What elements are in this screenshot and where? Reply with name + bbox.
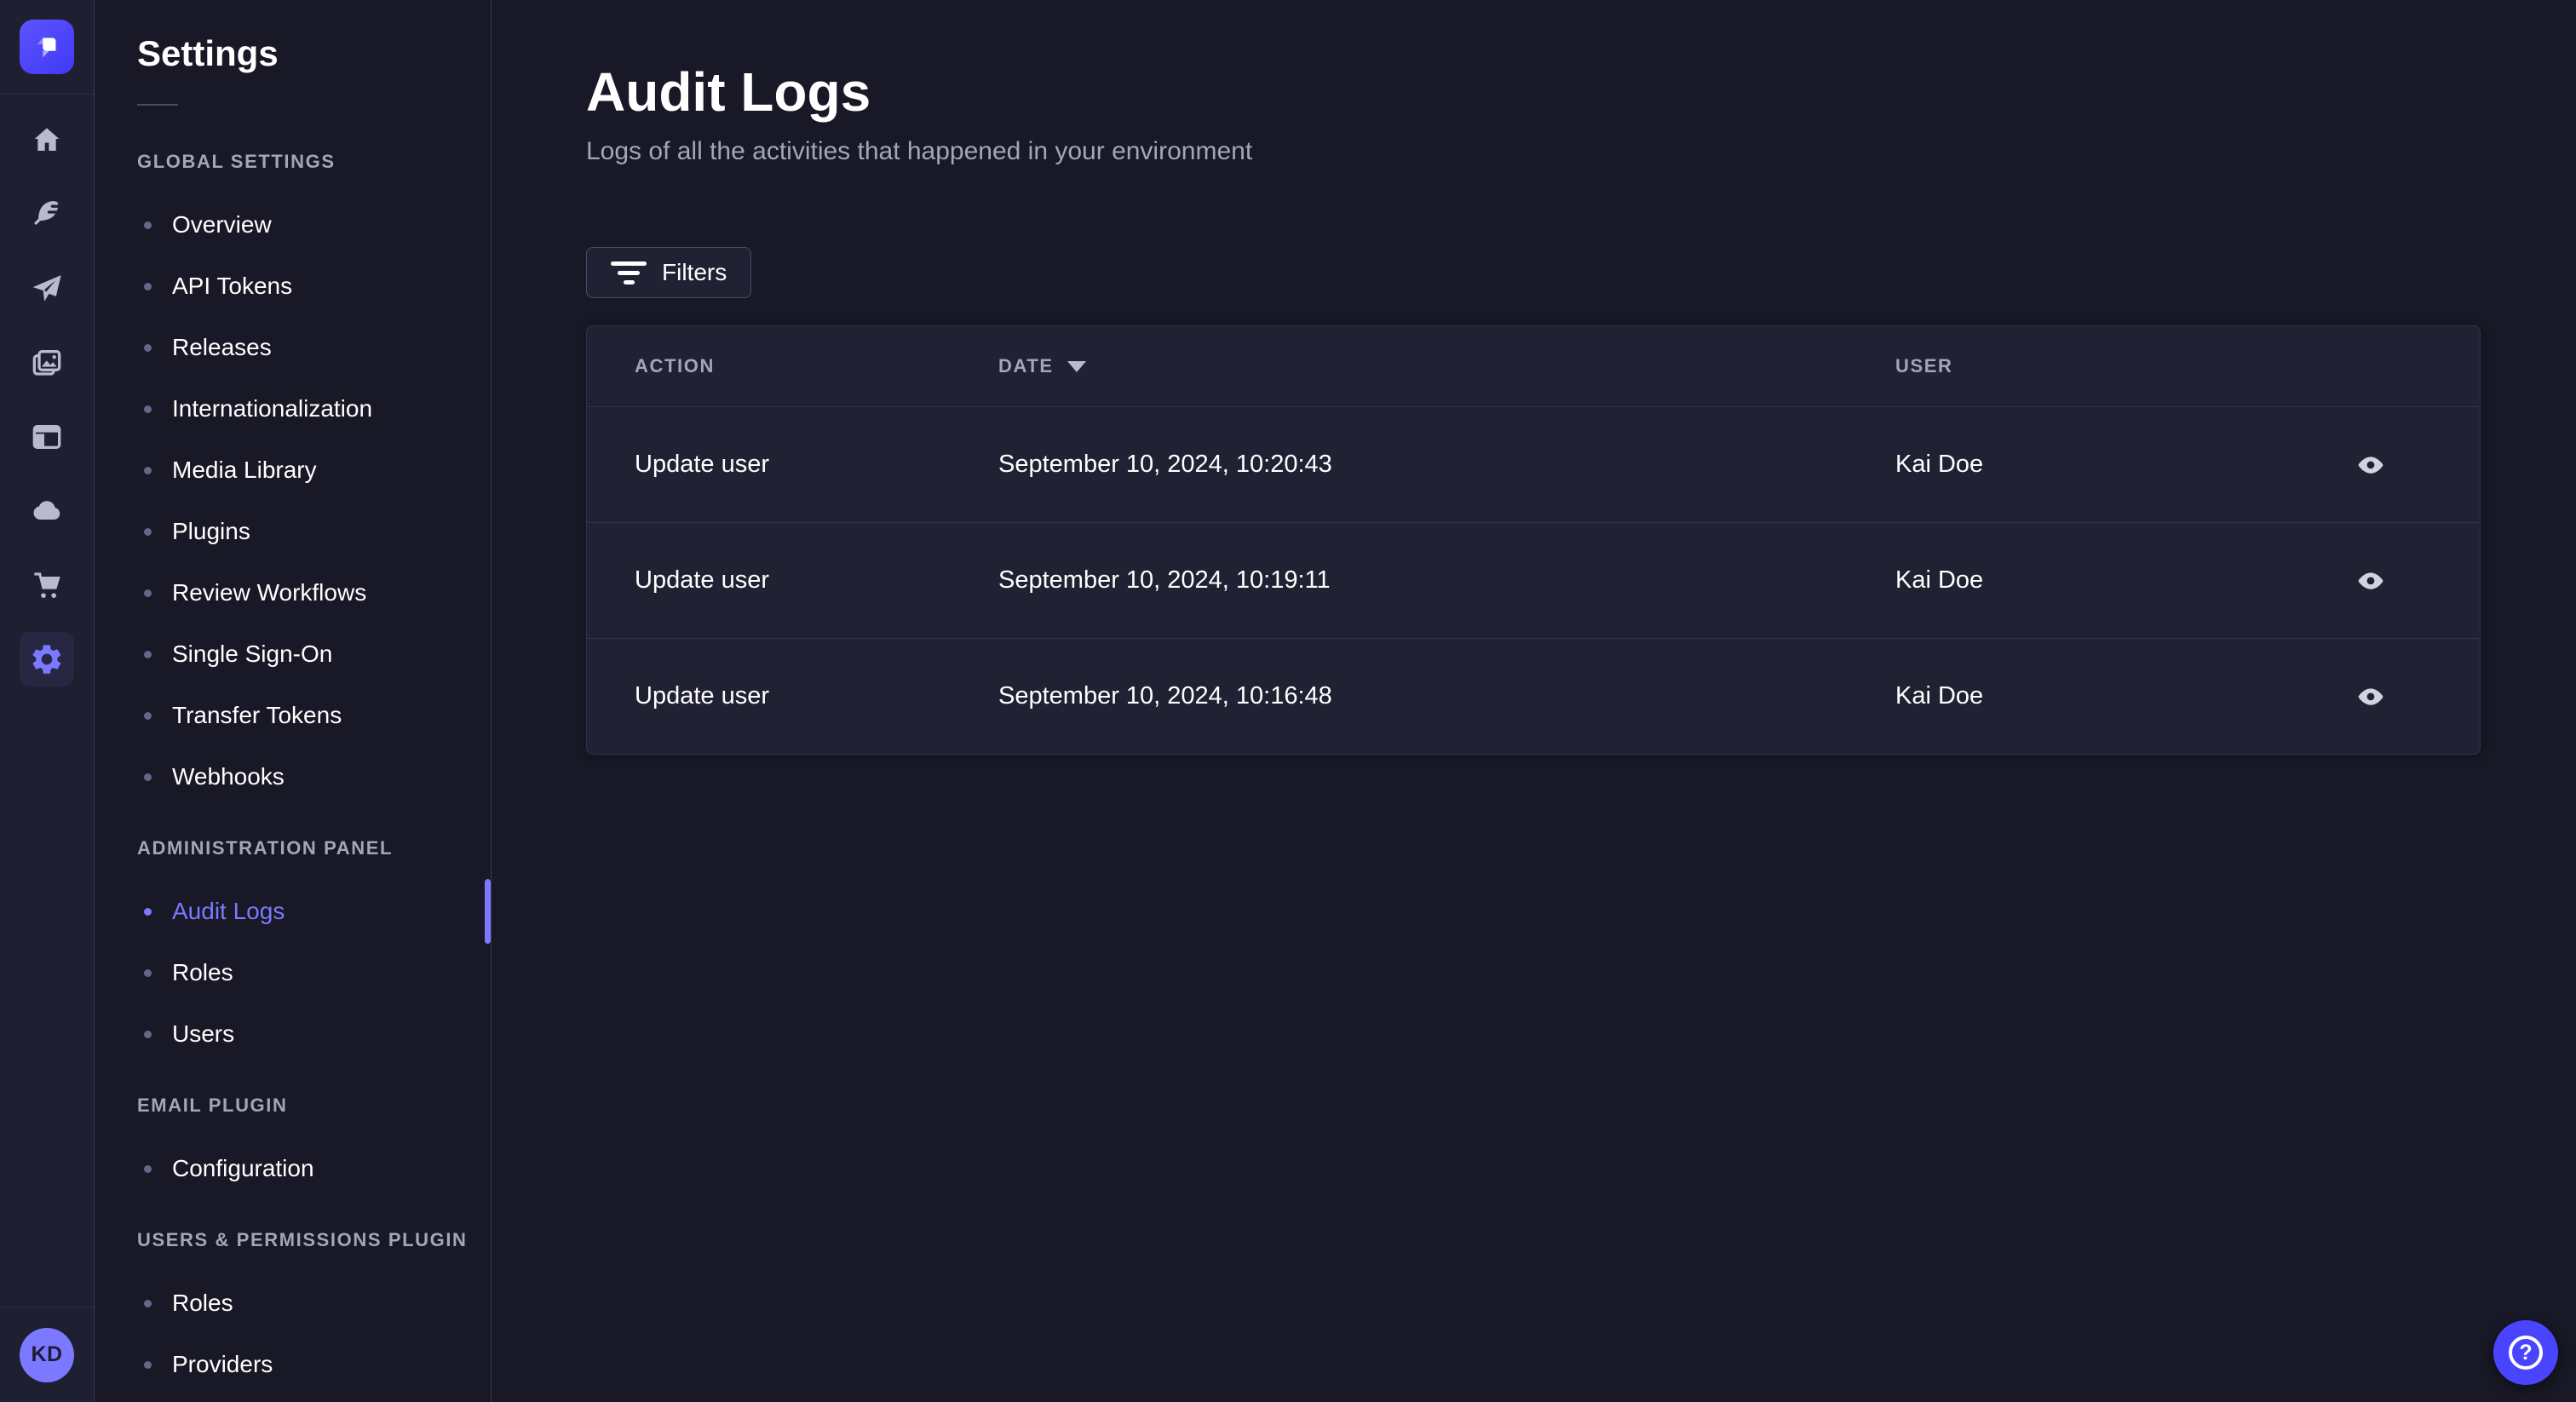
eye-icon xyxy=(2358,572,2383,589)
bullet-icon xyxy=(144,589,152,597)
table-row: Update user September 10, 2024, 10:19:11… xyxy=(587,522,2480,638)
filters-button[interactable]: Filters xyxy=(586,247,752,298)
eye-icon xyxy=(2358,687,2383,705)
cell-user: Kai Doe xyxy=(1895,566,1984,594)
section-label-administration-panel: ADMINISTRATION PANEL xyxy=(137,837,394,859)
sort-desc-icon xyxy=(1067,360,1086,372)
bullet-icon xyxy=(144,343,152,352)
bullet-icon xyxy=(144,405,152,413)
cell-user: Kai Doe xyxy=(1895,682,1984,710)
logo-section xyxy=(0,0,94,95)
sidebar-item-up-roles[interactable]: Roles xyxy=(137,1273,491,1334)
sidebar-item-admin-users[interactable]: Users xyxy=(137,1003,491,1065)
column-header-date[interactable]: DATE xyxy=(998,355,1895,377)
active-item-indicator xyxy=(485,879,491,944)
paper-plane-icon[interactable] xyxy=(20,261,74,316)
cloud-icon[interactable] xyxy=(20,484,74,538)
bullet-icon xyxy=(144,1164,152,1173)
cell-date: September 10, 2024, 10:19:11 xyxy=(998,566,1331,594)
rail-bottom-section: KD xyxy=(0,1307,94,1402)
table-row: Update user September 10, 2024, 10:16:48… xyxy=(587,638,2480,754)
cell-date: September 10, 2024, 10:16:48 xyxy=(998,682,1332,710)
cell-user: Kai Doe xyxy=(1895,451,1984,478)
section-email-plugin: Configuration xyxy=(95,1138,491,1199)
view-log-button[interactable] xyxy=(2349,559,2393,603)
column-header-user[interactable]: USER xyxy=(1895,355,2303,377)
table-row: Update user September 10, 2024, 10:20:43… xyxy=(587,406,2480,522)
section-administration-panel: Audit Logs Roles Users xyxy=(95,879,491,1065)
rail-icons xyxy=(20,113,74,687)
section-global-settings: Overview API Tokens Releases Internation… xyxy=(95,194,491,807)
cell-date: September 10, 2024, 10:20:43 xyxy=(998,451,1332,478)
main-nav-rail: KD xyxy=(0,0,95,1402)
cell-action: Update user xyxy=(635,682,769,710)
sidebar-item-review-workflows[interactable]: Review Workflows xyxy=(137,562,491,623)
eye-icon xyxy=(2358,456,2383,474)
bullet-icon xyxy=(144,907,152,916)
strapi-logo-icon xyxy=(37,37,56,58)
bullet-icon xyxy=(144,282,152,290)
page-subtitle: Logs of all the activities that happened… xyxy=(586,137,1253,165)
feather-icon[interactable] xyxy=(20,187,74,242)
filter-lines-icon xyxy=(611,261,647,284)
cell-action: Update user xyxy=(635,451,769,478)
avatar-initials: KD xyxy=(31,1342,63,1366)
sidebar-item-email-configuration[interactable]: Configuration xyxy=(137,1138,491,1199)
sidebar-item-releases[interactable]: Releases xyxy=(137,317,491,378)
user-avatar[interactable]: KD xyxy=(20,1327,74,1382)
section-label-global-settings: GLOBAL SETTINGS xyxy=(137,151,336,172)
media-library-icon[interactable] xyxy=(20,336,74,390)
content-manager-icon[interactable] xyxy=(20,410,74,464)
sidebar-item-up-providers[interactable]: Providers xyxy=(137,1334,491,1395)
bullet-icon xyxy=(144,968,152,977)
subnav-title-divider xyxy=(137,104,178,106)
bullet-icon xyxy=(144,1360,152,1369)
view-log-button[interactable] xyxy=(2349,675,2393,719)
section-label-email-plugin: EMAIL PLUGIN xyxy=(137,1095,288,1116)
section-label-users-permissions-plugin: USERS & PERMISSIONS PLUGIN xyxy=(137,1229,468,1250)
sidebar-item-plugins[interactable]: Plugins xyxy=(137,501,491,562)
sidebar-item-api-tokens[interactable]: API Tokens xyxy=(137,256,491,317)
sidebar-item-webhooks[interactable]: Webhooks xyxy=(137,746,491,807)
bullet-icon xyxy=(144,711,152,720)
audit-log-table: ACTION DATE USER Update user September 1… xyxy=(586,325,2481,755)
sidebar-item-internationalization[interactable]: Internationalization xyxy=(137,378,491,440)
filters-button-label: Filters xyxy=(662,259,727,285)
bullet-icon xyxy=(144,1030,152,1038)
bullet-icon xyxy=(144,527,152,536)
marketplace-cart-icon[interactable] xyxy=(20,558,74,612)
sidebar-item-audit-logs[interactable]: Audit Logs xyxy=(137,879,491,944)
subnav-title: Settings xyxy=(137,33,279,73)
view-log-button[interactable] xyxy=(2349,443,2393,487)
page-title: Audit Logs xyxy=(586,61,871,123)
bullet-icon xyxy=(144,466,152,474)
home-icon[interactable] xyxy=(20,113,74,168)
question-mark-icon: ? xyxy=(2509,1336,2543,1370)
cell-action: Update user xyxy=(635,566,769,594)
settings-gear-icon[interactable] xyxy=(20,632,74,687)
bullet-icon xyxy=(144,221,152,229)
column-header-action[interactable]: ACTION xyxy=(635,355,998,377)
section-users-permissions-plugin: Roles Providers xyxy=(95,1273,491,1395)
help-button[interactable]: ? xyxy=(2493,1320,2558,1385)
bullet-icon xyxy=(144,1299,152,1307)
table-header-row: ACTION DATE USER xyxy=(587,326,2480,406)
sidebar-item-media-library[interactable]: Media Library xyxy=(137,440,491,501)
strapi-logo[interactable] xyxy=(20,20,74,74)
main-content: Audit Logs Logs of all the activities th… xyxy=(492,0,2576,1402)
settings-subnav: Settings GLOBAL SETTINGS Overview API To… xyxy=(95,0,492,1402)
bullet-icon xyxy=(144,650,152,658)
sidebar-item-single-sign-on[interactable]: Single Sign-On xyxy=(137,623,491,685)
bullet-icon xyxy=(144,773,152,781)
sidebar-item-overview[interactable]: Overview xyxy=(137,194,491,256)
sidebar-item-transfer-tokens[interactable]: Transfer Tokens xyxy=(137,685,491,746)
sidebar-item-admin-roles[interactable]: Roles xyxy=(137,942,491,1003)
